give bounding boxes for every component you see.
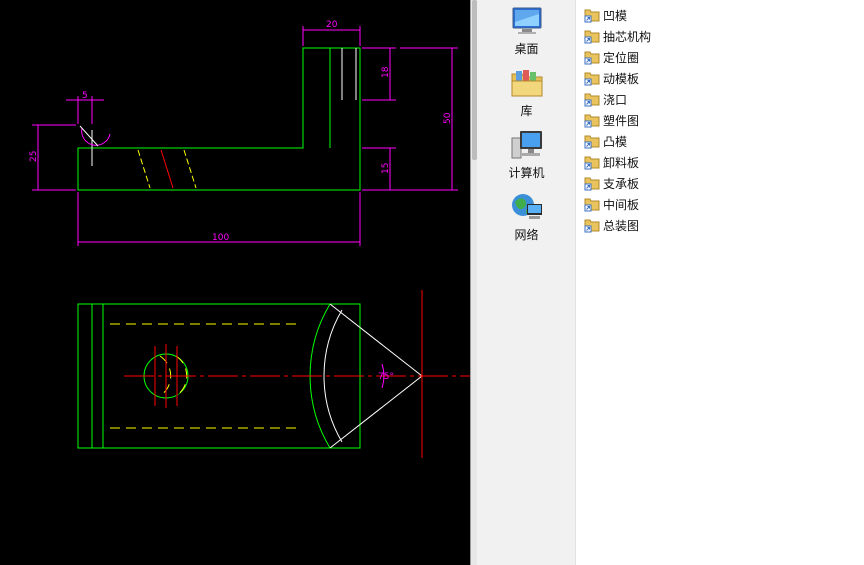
list-item[interactable]: 总装图 — [584, 215, 639, 235]
file-name: 抽芯机构 — [603, 29, 652, 44]
nav-item-label: 库 — [520, 104, 533, 118]
dim-height-upper-label: 18 — [381, 66, 391, 78]
file-name: 总装图 — [603, 218, 640, 233]
left-arc-dimension — [81, 127, 111, 146]
navigation-pane: 桌面 库 计算机 网络 — [477, 0, 576, 565]
desktop-icon — [512, 7, 541, 34]
folder-shortcut-icon — [584, 51, 600, 65]
dim-small-top-label: 5 — [82, 91, 88, 101]
front-view-dimensions — [32, 26, 458, 246]
file-name: 中间板 — [603, 197, 640, 212]
dim-length-total-label: 100 — [212, 233, 229, 243]
folder-shortcut-icon — [584, 135, 600, 149]
nav-item-computer[interactable]: 计算机 — [477, 128, 576, 181]
base-section-line — [160, 149, 174, 189]
file-name: 凹模 — [603, 8, 628, 23]
computer-icon — [511, 131, 542, 159]
file-name: 塑件图 — [603, 113, 640, 128]
list-item[interactable]: 凸模 — [584, 131, 627, 151]
nav-item-library[interactable]: 库 — [477, 66, 576, 119]
file-name: 浇口 — [603, 92, 628, 107]
nav-item-label: 计算机 — [508, 166, 545, 180]
library-icon — [511, 70, 542, 97]
dim-height-total-label: 50 — [443, 112, 453, 124]
list-item[interactable]: 定位圈 — [584, 47, 639, 67]
nav-item-label: 桌面 — [514, 42, 539, 56]
vertical-scrollbar[interactable] — [470, 0, 477, 565]
file-name: 凸模 — [603, 134, 628, 149]
file-name: 卸料板 — [603, 155, 640, 170]
cad-drawing-svg: 20 5 18 50 25 15 100 75° — [29, 20, 470, 458]
nav-item-network[interactable]: 网络 — [477, 190, 576, 243]
list-item[interactable]: 支承板 — [584, 173, 639, 193]
nav-item-desktop[interactable]: 桌面 — [477, 4, 576, 57]
front-view-outline — [77, 47, 361, 191]
file-list: 凹模 抽芯机构 定位圈 动模板 浇口 塑件图 凸模 卸料板 支承板 中间板 总装… — [576, 0, 864, 565]
dim-height-lower-label: 15 — [381, 163, 391, 174]
dim-width-top-label: 20 — [326, 20, 338, 30]
folder-shortcut-icon — [584, 198, 600, 212]
folder-shortcut-icon — [584, 177, 600, 191]
top-view-centerlines — [124, 290, 470, 458]
folder-shortcut-icon — [584, 72, 600, 86]
list-item[interactable]: 中间板 — [584, 194, 639, 214]
folder-shortcut-icon — [584, 114, 600, 128]
dim-angle-label: 75° — [378, 372, 394, 382]
list-item[interactable]: 抽芯机构 — [584, 26, 651, 46]
folder-shortcut-icon — [584, 30, 600, 44]
file-name: 支承板 — [603, 176, 640, 191]
folder-shortcut-icon — [584, 156, 600, 170]
list-item[interactable]: 动模板 — [584, 68, 639, 88]
file-name: 定位圈 — [603, 50, 640, 65]
file-name: 动模板 — [603, 71, 640, 86]
dim-height-left-label: 25 — [29, 151, 39, 162]
network-icon — [511, 194, 542, 219]
folder-shortcut-icon — [584, 9, 600, 23]
list-item[interactable]: 塑件图 — [584, 110, 639, 130]
cad-drawing-canvas[interactable]: 20 5 18 50 25 15 100 75° — [0, 0, 470, 565]
list-item[interactable]: 凹模 — [584, 5, 627, 25]
folder-shortcut-icon — [584, 93, 600, 107]
list-item[interactable]: 卸料板 — [584, 152, 639, 172]
folder-shortcut-icon — [584, 219, 600, 233]
nav-item-label: 网络 — [514, 228, 539, 242]
list-item[interactable]: 浇口 — [584, 89, 627, 109]
